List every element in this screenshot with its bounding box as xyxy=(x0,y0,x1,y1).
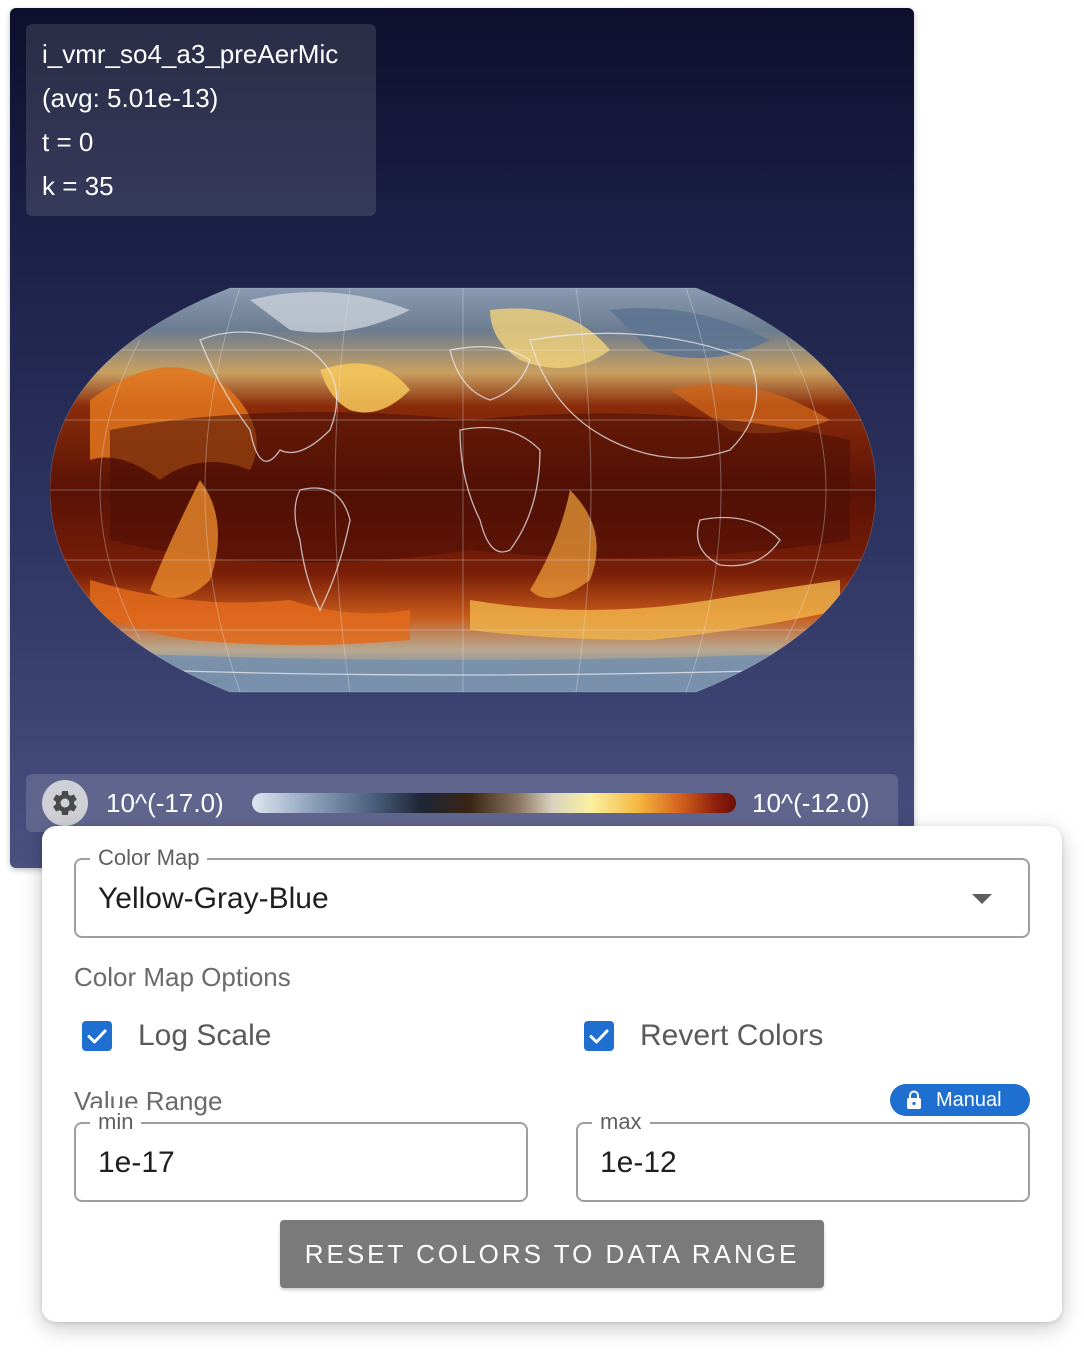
manual-badge-label: Manual xyxy=(936,1088,1002,1111)
max-label: max xyxy=(592,1108,650,1136)
colorbar-min-label: 10^(-17.0) xyxy=(106,788,224,818)
level-index: k = 35 xyxy=(42,171,114,201)
average-value: (avg: 5.01e-13) xyxy=(42,83,219,113)
log-scale-checkbox[interactable] xyxy=(82,1021,112,1051)
world-map-image xyxy=(50,287,876,693)
color-map-select[interactable]: Color Map Yellow-Gray-Blue xyxy=(74,844,1030,938)
info-panel: i_vmr_so4_a3_preAerMic (avg: 5.01e-13) t… xyxy=(26,24,376,216)
colorbar-row: 10^(-17.0) 10^(-12.0) xyxy=(26,774,898,832)
colorbar-max-label: 10^(-12.0) xyxy=(752,788,870,818)
time-index: t = 0 xyxy=(42,127,94,157)
world-map[interactable] xyxy=(50,280,876,700)
variable-name: i_vmr_so4_a3_preAerMic xyxy=(42,39,339,69)
min-value-field[interactable]: min 1e-17 xyxy=(74,1108,528,1202)
color-map-value: Yellow-Gray-Blue xyxy=(98,882,329,915)
min-value-input[interactable]: 1e-17 xyxy=(98,1144,175,1182)
color-settings-popover: Color Map Yellow-Gray-Blue Color Map Opt… xyxy=(42,826,1062,1322)
visualization-card: i_vmr_so4_a3_preAerMic (avg: 5.01e-13) t… xyxy=(10,8,914,868)
colorbar-gradient xyxy=(252,793,736,813)
log-scale-option[interactable]: Log Scale xyxy=(82,1016,271,1056)
manual-range-badge[interactable]: Manual xyxy=(890,1084,1030,1116)
check-icon xyxy=(589,1029,609,1044)
settings-button[interactable] xyxy=(42,780,88,826)
max-value-input[interactable]: 1e-12 xyxy=(600,1144,677,1182)
max-value-field[interactable]: max 1e-12 xyxy=(576,1108,1030,1202)
gear-icon xyxy=(53,791,77,815)
revert-colors-label: Revert Colors xyxy=(640,1019,824,1052)
log-scale-label: Log Scale xyxy=(138,1019,272,1052)
chevron-down-icon[interactable] xyxy=(972,894,992,904)
color-map-options-title: Color Map Options xyxy=(74,962,291,992)
min-label: min xyxy=(90,1108,142,1136)
lock-icon xyxy=(906,1090,922,1110)
revert-colors-option[interactable]: Revert Colors xyxy=(584,1016,823,1056)
check-icon xyxy=(87,1029,107,1044)
revert-colors-checkbox[interactable] xyxy=(584,1021,614,1051)
color-map-label: Color Map xyxy=(90,844,208,872)
reset-colors-button[interactable]: RESET COLORS TO DATA RANGE xyxy=(280,1220,824,1288)
